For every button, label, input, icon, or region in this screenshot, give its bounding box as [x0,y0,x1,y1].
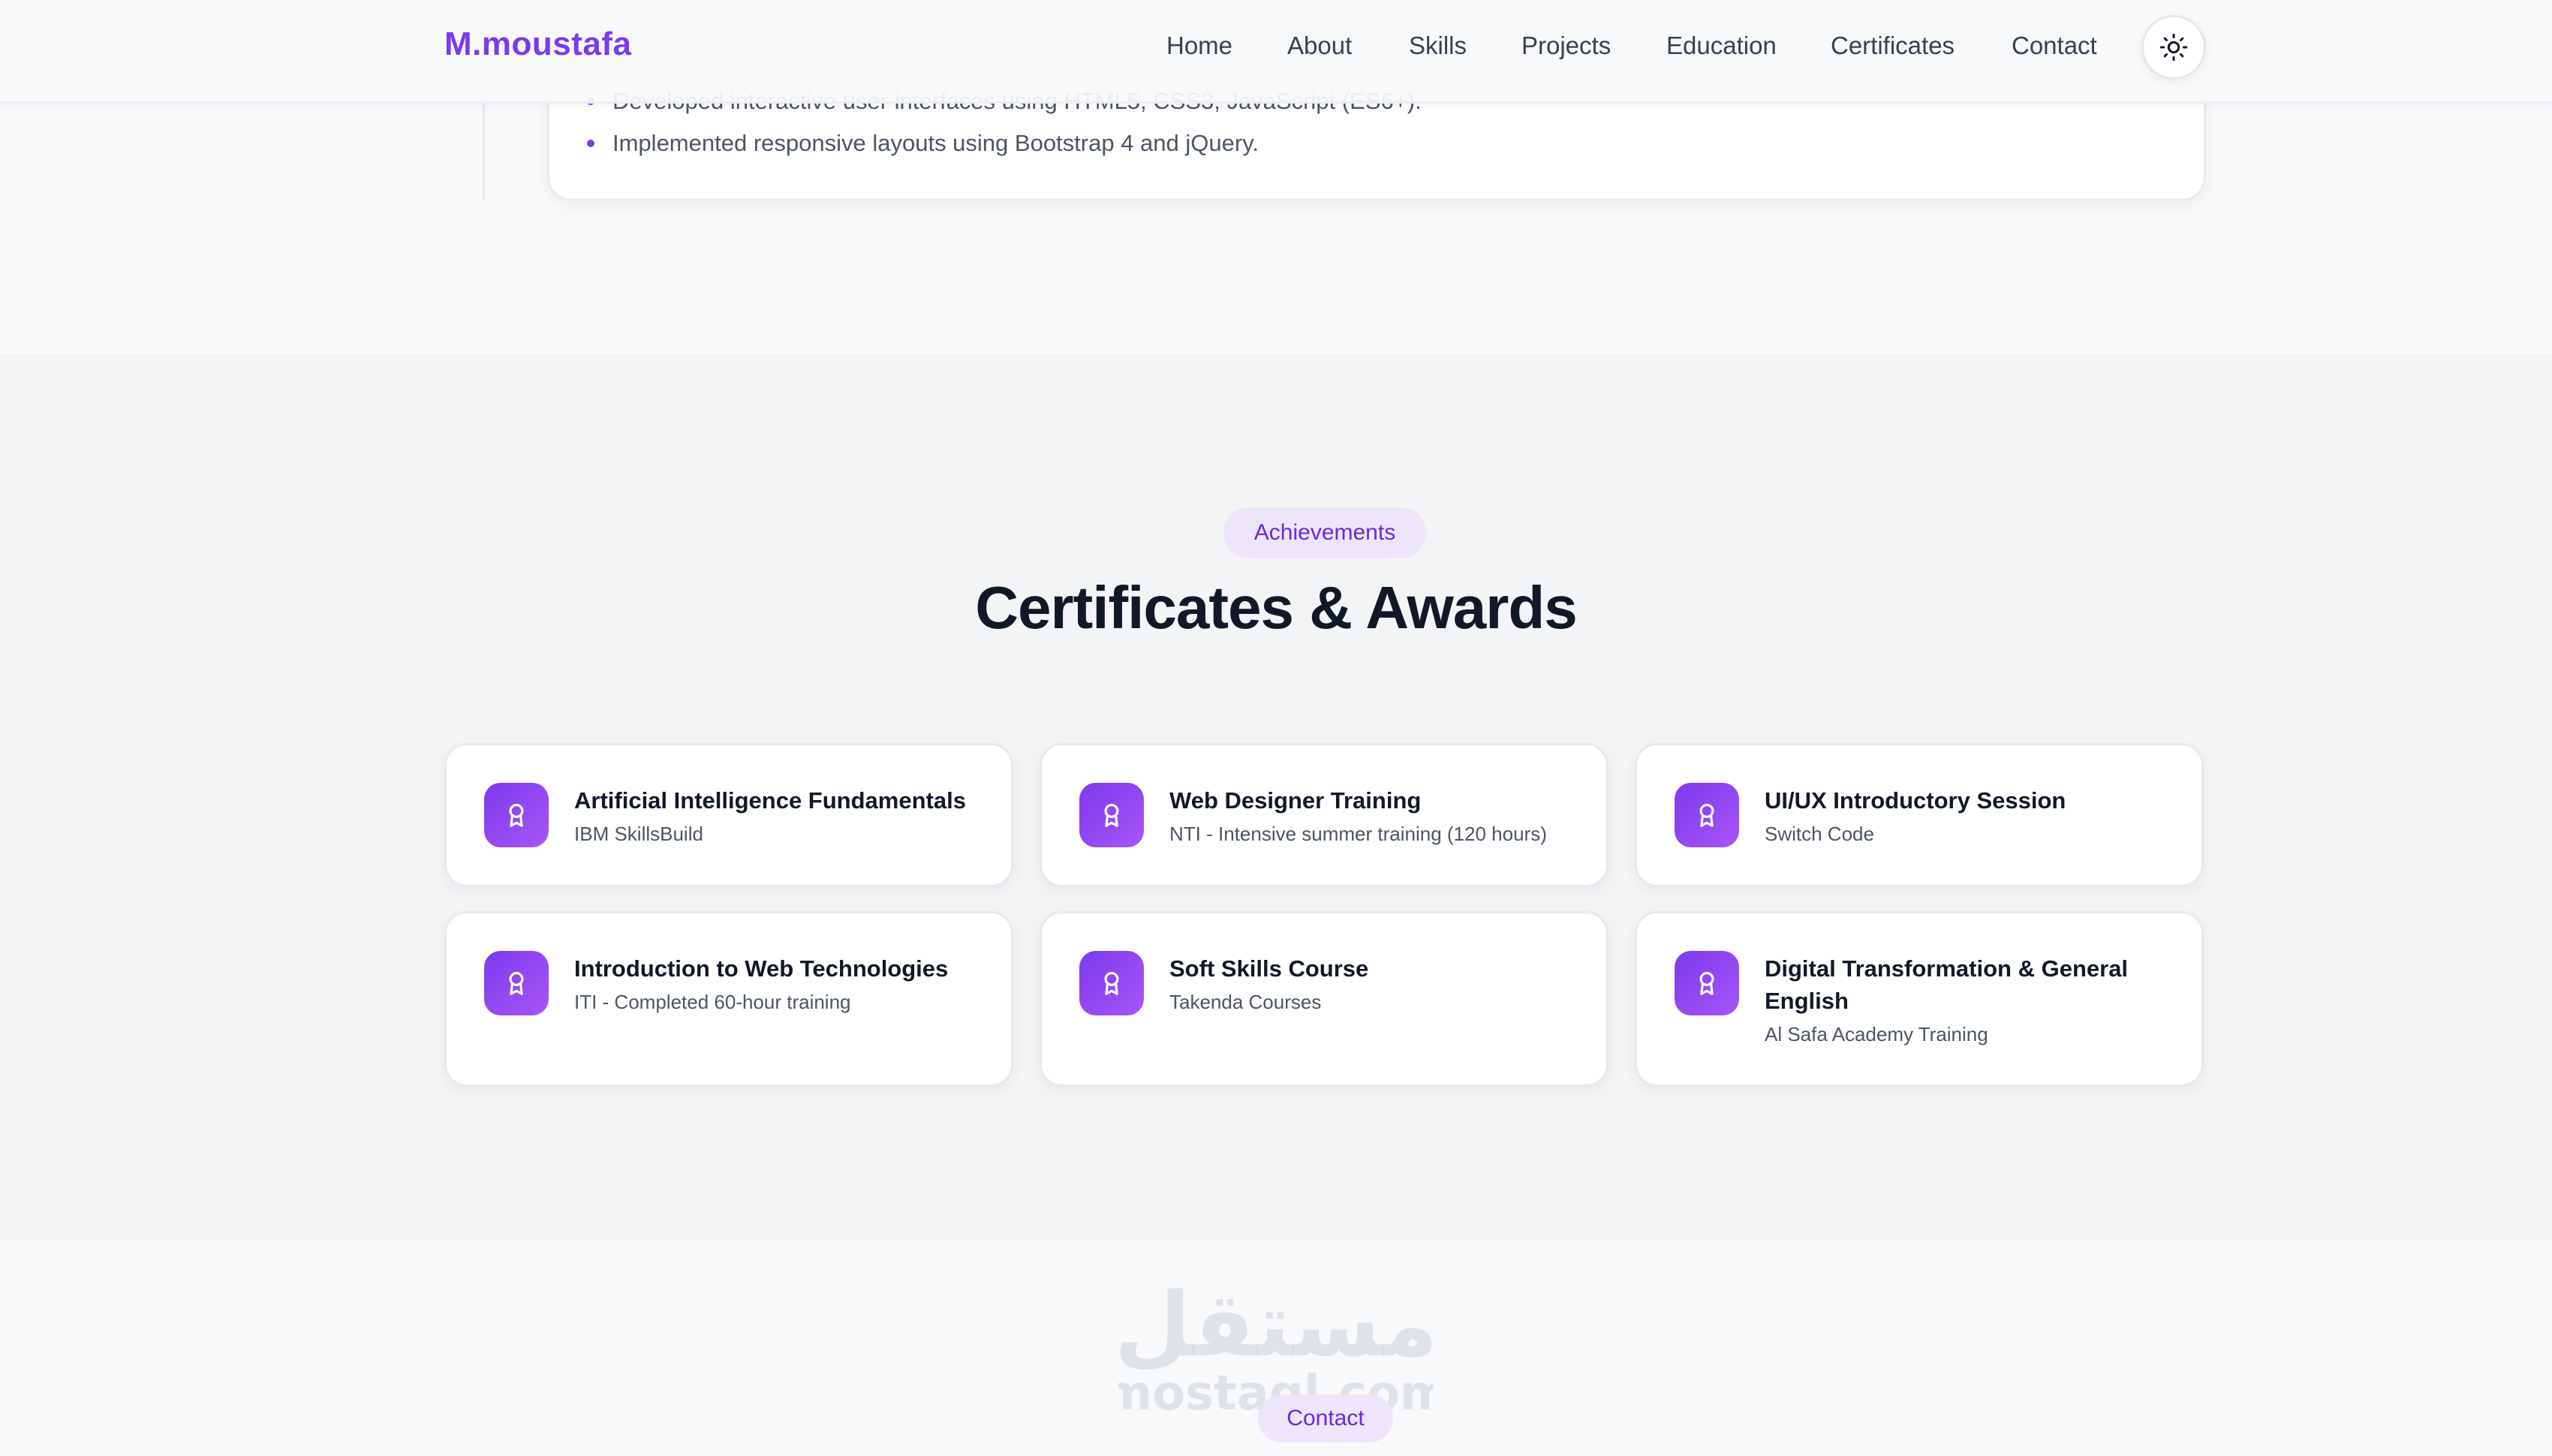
experience-bullet-text: Implemented responsive layouts using Boo… [612,130,1259,156]
certificate-title: Soft Skills Course [1169,955,1369,982]
certificate-issuer: Takenda Courses [1169,991,1322,1013]
nav-link-contact[interactable]: Contact [2012,32,2097,60]
nav-link-projects[interactable]: Projects [1521,32,1611,60]
award-icon [1675,783,1739,847]
certificate-text: UI/UX Introductory Session Switch Code [1765,784,2171,847]
certificate-title: Artificial Intelligence Fundamentals [574,787,966,814]
experience-bullet: Implemented responsive layouts using Boo… [587,130,1259,157]
nav-link-about[interactable]: About [1287,32,1352,60]
certificate-card: Soft Skills Course Takenda Courses [1040,911,1609,1087]
award-icon [484,951,549,1015]
nav-link-skills[interactable]: Skills [1409,32,1467,60]
section-badge: Achievements [1223,507,1426,558]
award-icon [484,783,549,847]
watermark-arabic: مستقل [1118,1273,1434,1376]
certificate-title: UI/UX Introductory Session [1765,787,2066,814]
certificate-title: Introduction to Web Technologies [574,955,949,982]
certificate-card: Artificial Intelligence Fundamentals IBM… [444,743,1013,887]
certificate-issuer: ITI - Completed 60-hour training [574,991,851,1013]
certificate-text: Soft Skills Course Takenda Courses [1169,952,1576,1015]
certificate-text: Introduction to Web Technologies ITI - C… [574,952,981,1015]
nav-link-education[interactable]: Education [1666,32,1777,60]
certificate-title: Web Designer Training [1169,787,1422,814]
certificate-issuer: Switch Code [1765,823,1874,845]
certificate-issuer: IBM SkillsBuild [574,823,703,845]
certificate-card: Digital Transformation & General English… [1635,911,2204,1087]
sun-icon [2159,33,2188,62]
certificate-card: UI/UX Introductory Session Switch Code [1635,743,2204,887]
nav-link-certificates[interactable]: Certificates [1831,32,1955,60]
certificate-card: Web Designer Training NTI - Intensive su… [1040,743,1609,887]
contact-badge[interactable]: Contact [1258,1394,1393,1442]
site-logo[interactable]: M.moustafa [444,26,631,63]
certificate-title: Digital Transformation & General English [1765,955,2129,1014]
award-icon [1079,783,1144,847]
certificate-card: Introduction to Web Technologies ITI - C… [444,911,1013,1087]
section-title: Certificates & Awards [975,574,1578,641]
navbar: M.moustafa Home About Skills Projects Ed… [0,0,2552,104]
award-icon [1079,951,1144,1015]
theme-toggle-button[interactable] [2141,15,2206,80]
certificate-text: Web Designer Training NTI - Intensive su… [1169,784,1576,847]
certificate-text: Artificial Intelligence Fundamentals IBM… [574,784,981,847]
certificate-issuer: NTI - Intensive summer training (120 hou… [1169,823,1547,845]
certificate-issuer: Al Safa Academy Training [1765,1023,1988,1045]
award-icon [1675,951,1739,1015]
certificates-section: Achievements Certificates & Awards Artif… [0,354,2552,1240]
nav-link-home[interactable]: Home [1166,32,1232,60]
bullet-dot [587,140,594,147]
certificate-text: Digital Transformation & General English… [1765,952,2171,1047]
contact-section: مستقل mostaql.com Contact [0,1240,2552,1456]
